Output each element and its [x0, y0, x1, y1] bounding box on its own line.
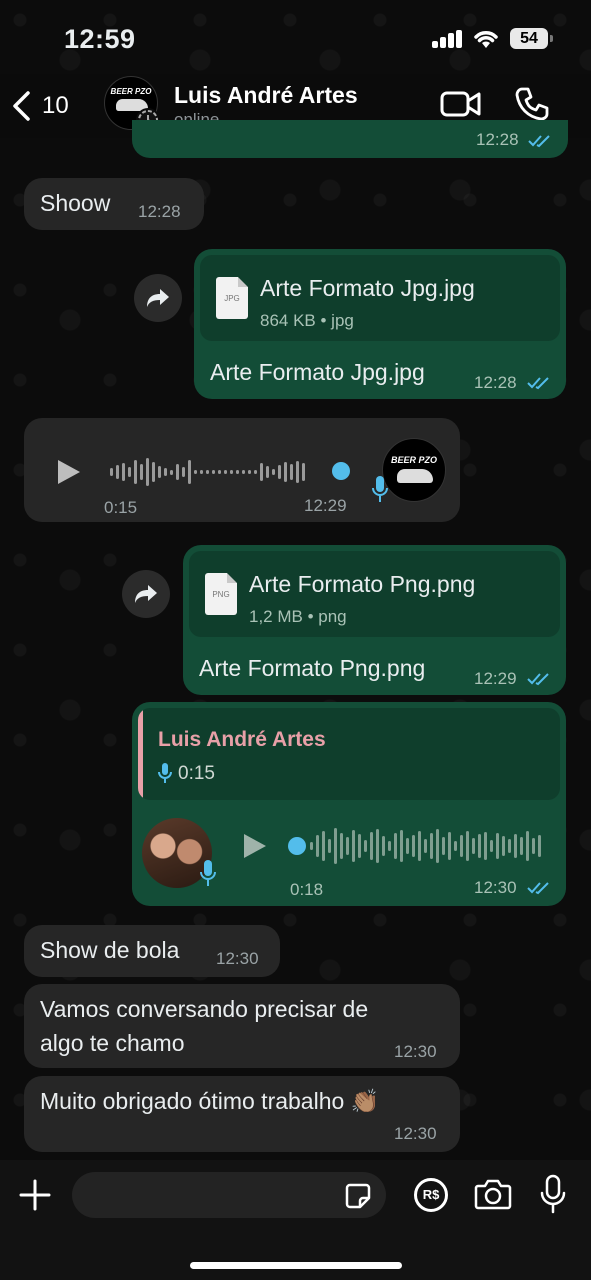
status-bar: 12:59 54 [0, 0, 591, 74]
message-text-line2: algo te chamo [40, 1030, 185, 1056]
chevron-left-icon [13, 91, 30, 121]
message-time: 12:30 [394, 1042, 437, 1061]
message-time: 12:30 [216, 949, 259, 968]
message-caption: Arte Formato Jpg.jpg [210, 359, 425, 385]
payment-button[interactable]: R$ [414, 1178, 448, 1212]
document-card[interactable]: PNG Arte Formato Png.png 1,2 MB • png [189, 551, 560, 637]
voice-message-outgoing[interactable]: Luis André Artes 0:15 0:18 12:30 [132, 702, 566, 906]
message-input-container [72, 1172, 386, 1218]
quoted-sender: Luis André Artes [158, 728, 326, 751]
microphone-icon [200, 860, 216, 886]
clock: 12:59 [64, 24, 136, 54]
message-text: Shoow [40, 190, 111, 216]
composer-bar: R$ [0, 1160, 591, 1280]
sticker-icon[interactable] [344, 1182, 372, 1210]
unread-count: 10 [42, 92, 69, 119]
play-icon[interactable] [58, 460, 80, 484]
microphone-icon [372, 476, 388, 502]
message-time: 12:28 [474, 373, 517, 392]
forward-icon [135, 585, 157, 603]
phone-icon[interactable] [514, 86, 550, 122]
file-icon: PNG [205, 573, 237, 615]
message-bubble-incoming[interactable]: Muito obrigado ótimo trabalho 👏🏽 12:30 [24, 1076, 460, 1152]
document-message[interactable]: JPG Arte Formato Jpg.jpg 864 KB • jpg Ar… [194, 249, 566, 399]
play-icon[interactable] [244, 834, 266, 858]
wifi-icon [474, 31, 498, 48]
message-bubble-incoming[interactable]: Vamos conversando precisar de algo te ch… [24, 984, 460, 1068]
video-call-icon[interactable] [440, 88, 482, 120]
read-ticks-icon [528, 135, 550, 148]
back-button[interactable]: 10 [10, 86, 80, 126]
message-text: Muito obrigado ótimo trabalho 👏🏽 [40, 1088, 380, 1114]
voice-waveform[interactable] [310, 826, 541, 866]
document-info: 1,2 MB • png [249, 607, 347, 626]
read-ticks-icon [527, 377, 549, 390]
forward-button[interactable] [122, 570, 170, 618]
read-ticks-icon [527, 673, 549, 686]
playback-handle[interactable] [288, 837, 306, 855]
contact-name[interactable]: Luis André Artes [174, 82, 358, 109]
voice-message-incoming[interactable]: 0:15 12:29 BEER PZO [24, 418, 460, 522]
voice-duration: 0:15 [104, 498, 138, 517]
battery-icon: 54 [510, 28, 553, 49]
voice-waveform[interactable] [110, 452, 305, 492]
message-text: Show de bola [40, 937, 180, 963]
document-name: Arte Formato Png.png [249, 571, 476, 597]
message-time: 12:28 [476, 130, 519, 149]
quoted-duration: 0:15 [178, 763, 215, 784]
message-time: 12:28 [138, 202, 181, 221]
message-time: 12:30 [394, 1124, 437, 1143]
home-indicator [190, 1262, 402, 1269]
forward-button[interactable] [134, 274, 182, 322]
microphone-icon[interactable] [538, 1174, 568, 1214]
document-info: 864 KB • jpg [260, 311, 354, 330]
message-text-line1: Vamos conversando precisar de [40, 996, 369, 1022]
camera-icon[interactable] [474, 1178, 512, 1210]
quote-bar [138, 708, 143, 800]
message-time: 12:29 [474, 669, 517, 688]
file-icon: JPG [216, 277, 248, 319]
sender-avatar: BEER PZO [382, 438, 446, 502]
document-name: Arte Formato Jpg.jpg [260, 275, 475, 301]
message-bubble-outgoing[interactable]: 12:28 [132, 120, 568, 158]
document-message[interactable]: PNG Arte Formato Png.png 1,2 MB • png Ar… [183, 545, 566, 695]
message-input[interactable] [88, 1172, 338, 1218]
microphone-icon [158, 763, 172, 783]
read-ticks-icon [527, 882, 549, 895]
message-caption: Arte Formato Png.png [199, 655, 426, 681]
message-bubble-incoming[interactable]: Show de bola 12:30 [24, 925, 280, 977]
cellular-signal-icon [432, 30, 464, 48]
message-time: 12:29 [304, 496, 347, 515]
forward-icon [147, 289, 169, 307]
document-card[interactable]: JPG Arte Formato Jpg.jpg 864 KB • jpg [200, 255, 560, 341]
message-bubble-incoming[interactable]: Shoow 12:28 [24, 178, 204, 230]
message-time: 12:30 [474, 878, 517, 897]
car-logo-icon [397, 469, 433, 483]
plus-icon[interactable] [18, 1178, 52, 1212]
voice-duration: 0:18 [290, 880, 324, 899]
quoted-message[interactable]: Luis André Artes 0:15 [138, 708, 560, 800]
playback-handle[interactable] [332, 462, 350, 480]
